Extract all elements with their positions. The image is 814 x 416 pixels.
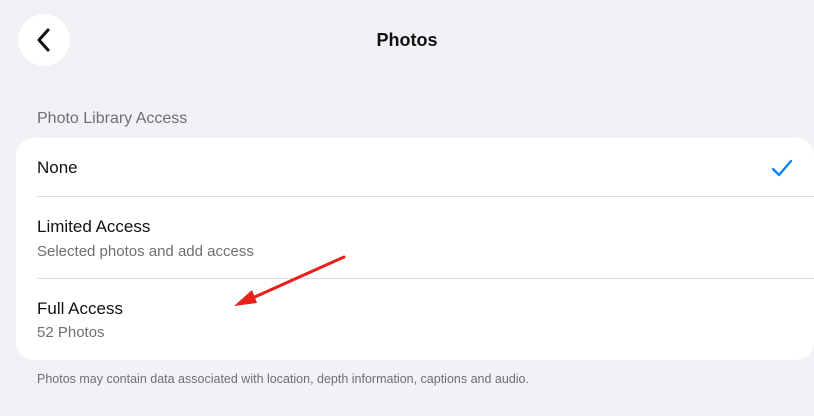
- option-none-title: None: [37, 158, 78, 177]
- page-title: Photos: [376, 30, 438, 50]
- option-limited-access-subtitle: Selected photos and add access: [37, 243, 254, 260]
- chevron-left-icon: [37, 28, 50, 52]
- option-limited-access-title: Limited Access: [37, 217, 151, 236]
- access-options-list: None Limited Access Selected photos and …: [16, 138, 814, 360]
- section-footer-note: Photos may contain data associated with …: [37, 372, 529, 386]
- option-none[interactable]: None: [16, 138, 814, 196]
- photos-settings-screen: Photos Photo Library Access None Limited…: [0, 0, 814, 416]
- option-full-access-title: Full Access: [37, 299, 123, 318]
- section-header: Photo Library Access: [37, 110, 188, 127]
- back-button[interactable]: [18, 14, 70, 66]
- option-full-access[interactable]: Full Access 52 Photos: [16, 279, 814, 360]
- option-limited-access[interactable]: Limited Access Selected photos and add a…: [16, 197, 814, 278]
- navigation-bar: Photos: [0, 0, 814, 82]
- option-full-access-subtitle: 52 Photos: [37, 324, 105, 341]
- checkmark-icon: [771, 159, 793, 177]
